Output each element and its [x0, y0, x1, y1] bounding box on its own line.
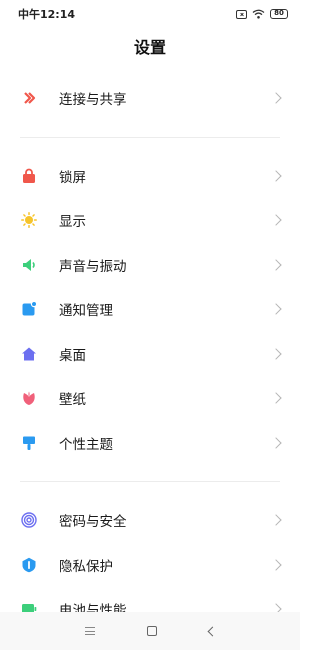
- theme-brush-icon: [21, 435, 37, 451]
- settings-item-label: 连接与共享: [59, 92, 127, 109]
- recent-apps-icon[interactable]: [84, 627, 95, 635]
- settings-item-sound-vibration[interactable]: 声音与振动: [0, 243, 300, 288]
- settings-item-notifications[interactable]: 通知管理: [0, 287, 300, 332]
- status-time: 中午12:14: [18, 8, 76, 21]
- settings-item-label: 个性主题: [59, 436, 113, 453]
- settings-item-label: 桌面: [59, 347, 86, 364]
- settings-item-home-screen[interactable]: 桌面: [0, 332, 300, 377]
- settings-item-connection-sharing[interactable]: 连接与共享: [0, 76, 300, 121]
- settings-item-privacy[interactable]: 隐私保护: [0, 543, 300, 588]
- no-sim-icon: [236, 9, 247, 19]
- wifi-icon: [252, 9, 265, 19]
- status-bar: 中午12:14 80: [0, 0, 300, 28]
- settings-item-label: 显示: [59, 214, 86, 231]
- chevron-right-icon: [270, 348, 282, 360]
- notification-icon: [21, 301, 37, 317]
- settings-item-label: 声音与振动: [59, 258, 127, 275]
- chevron-right-icon: [270, 303, 282, 315]
- speaker-icon: [21, 257, 37, 273]
- back-icon[interactable]: [207, 626, 217, 636]
- chevron-right-icon: [270, 392, 282, 404]
- status-icons: 80: [236, 9, 288, 19]
- home-button-icon[interactable]: [146, 626, 157, 636]
- settings-item-themes[interactable]: 个性主题: [0, 421, 300, 466]
- share-connection-icon: [21, 90, 37, 106]
- settings-item-label: 密码与安全: [59, 514, 127, 531]
- chevron-right-icon: [270, 214, 282, 226]
- settings-item-label: 通知管理: [59, 303, 113, 320]
- lock-screen-icon: [21, 168, 37, 184]
- wallpaper-icon: [21, 390, 37, 406]
- settings-item-label: 锁屏: [59, 169, 86, 186]
- chevron-right-icon: [270, 514, 282, 526]
- page-title: 设置: [133, 38, 166, 57]
- chevron-right-icon: [270, 437, 282, 449]
- privacy-shield-icon: [21, 557, 37, 573]
- home-icon: [21, 346, 37, 362]
- chevron-right-icon: [270, 92, 282, 104]
- settings-item-wallpaper[interactable]: 壁纸: [0, 376, 300, 421]
- settings-list: 连接与共享 锁屏 显示 声音与振动 通知管理 桌面 壁纸 个性主题 密码与安全 …: [0, 76, 300, 632]
- chevron-right-icon: [270, 559, 282, 571]
- settings-item-display[interactable]: 显示: [0, 198, 300, 243]
- chevron-right-icon: [270, 259, 282, 271]
- settings-item-label: 隐私保护: [59, 558, 113, 575]
- settings-item-password-security[interactable]: 密码与安全: [0, 498, 300, 543]
- navigation-bar: [0, 612, 300, 650]
- settings-item-lock-screen[interactable]: 锁屏: [0, 154, 300, 199]
- settings-screen: 中午12:14 80 设置 连接与共享 锁屏 显示 声音与振动 通知管理 桌面 …: [0, 0, 300, 650]
- sun-icon: [21, 212, 37, 229]
- fingerprint-icon: [21, 512, 37, 528]
- settings-item-label: 壁纸: [59, 392, 86, 409]
- chevron-right-icon: [270, 170, 282, 182]
- battery-level-icon: 80: [270, 9, 288, 19]
